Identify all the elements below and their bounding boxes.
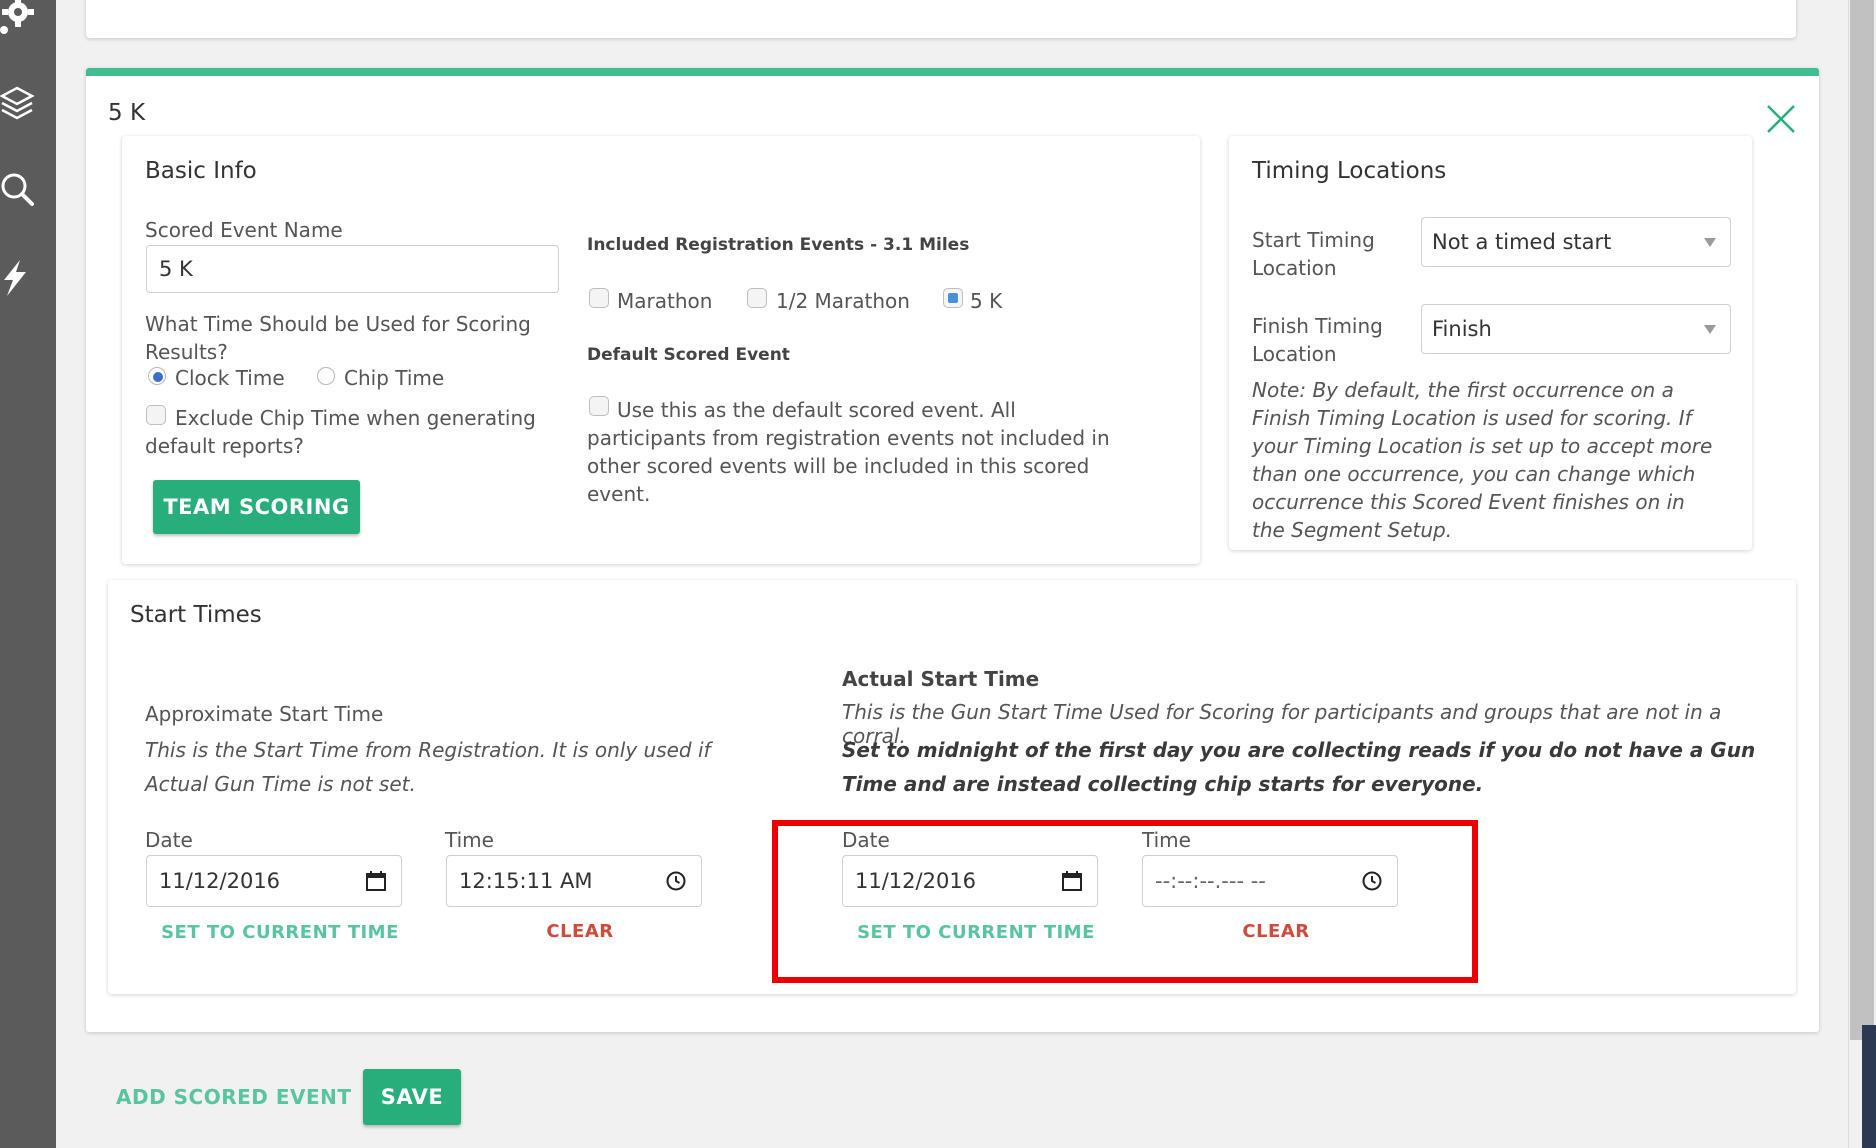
finish-timing-location-select[interactable]: Finish [1421,304,1731,354]
marathon-label: Marathon [617,289,713,313]
start-timing-location-value: Not a timed start [1432,230,1612,254]
start-times-heading: Start Times [130,602,262,628]
approximate-time-input[interactable]: 12:15:11 AM [446,855,702,907]
approximate-start-title: Approximate Start Time [145,702,384,726]
timing-locations-heading: Timing Locations [1252,158,1447,184]
half-marathon-checkbox[interactable] [747,288,767,308]
close-icon[interactable] [1764,102,1798,136]
chevron-down-icon [1704,238,1716,247]
approximate-start-description: This is the Start Time from Registration… [145,738,711,796]
scored-event-name-input[interactable]: 5 K [146,245,559,293]
timing-note: Note: By default, the first occurrence o… [1252,378,1713,542]
exclude-chip-time-label: Exclude Chip Time when generating defaul… [145,406,536,458]
approximate-time-value: 12:15:11 AM [459,869,593,893]
default-scored-heading: Default Scored Event [587,345,790,365]
five-k-checkbox[interactable] [943,288,963,308]
finish-timing-location-value: Finish [1432,317,1492,341]
scoring-time-question: What Time Should be Used for Scoring Res… [145,312,531,364]
actual-start-title: Actual Start Time [842,667,1040,691]
default-scored-text: Use this as the default scored event. Al… [587,398,1110,506]
start-timing-location-label: Start Timing Location [1252,228,1375,280]
chip-time-radio[interactable] [317,367,335,385]
clock-time-radio[interactable] [148,367,166,385]
scrollbar-thumb[interactable] [1850,0,1874,1040]
approximate-set-current-time-button[interactable]: SET TO CURRENT TIME [146,922,414,943]
layers-icon[interactable] [0,84,40,124]
add-scored-event-button[interactable]: ADD SCORED EVENT [116,1085,352,1109]
approximate-date-input[interactable]: 11/12/2016 [146,855,402,907]
actual-start-note: Set to midnight of the first day you are… [842,738,1756,796]
chevron-down-icon [1704,325,1716,334]
previous-scored-event-card [86,0,1796,38]
basic-info-heading: Basic Info [145,158,257,184]
half-marathon-label: 1/2 Marathon [776,289,910,313]
clock-icon[interactable] [665,870,687,892]
save-button[interactable]: SAVE [363,1069,461,1125]
approximate-date-label: Date [145,828,193,852]
calendar-icon[interactable] [365,870,387,892]
chip-time-label: Chip Time [344,366,445,390]
approximate-clear-button[interactable]: CLEAR [490,921,670,942]
scored-event-name-label: Scored Event Name [145,218,343,242]
left-sidebar [0,0,56,1148]
highlight-box [772,820,1478,983]
marathon-checkbox[interactable] [589,288,609,308]
bolt-icon[interactable] [0,258,40,298]
gear-icon[interactable] [0,0,40,40]
approximate-time-label: Time [445,828,494,852]
clock-time-label: Clock Time [175,366,285,390]
five-k-label: 5 K [970,289,1003,313]
approximate-date-value: 11/12/2016 [159,869,281,893]
scored-event-title: 5 K [108,100,146,126]
page-edge-strip [1862,1025,1876,1148]
team-scoring-button[interactable]: TEAM SCORING [153,480,360,534]
search-icon[interactable] [0,170,40,210]
finish-timing-location-label: Finish Timing Location [1252,314,1383,366]
start-timing-location-select[interactable]: Not a timed start [1421,217,1731,267]
included-events-heading: Included Registration Events - 3.1 Miles [587,235,970,255]
